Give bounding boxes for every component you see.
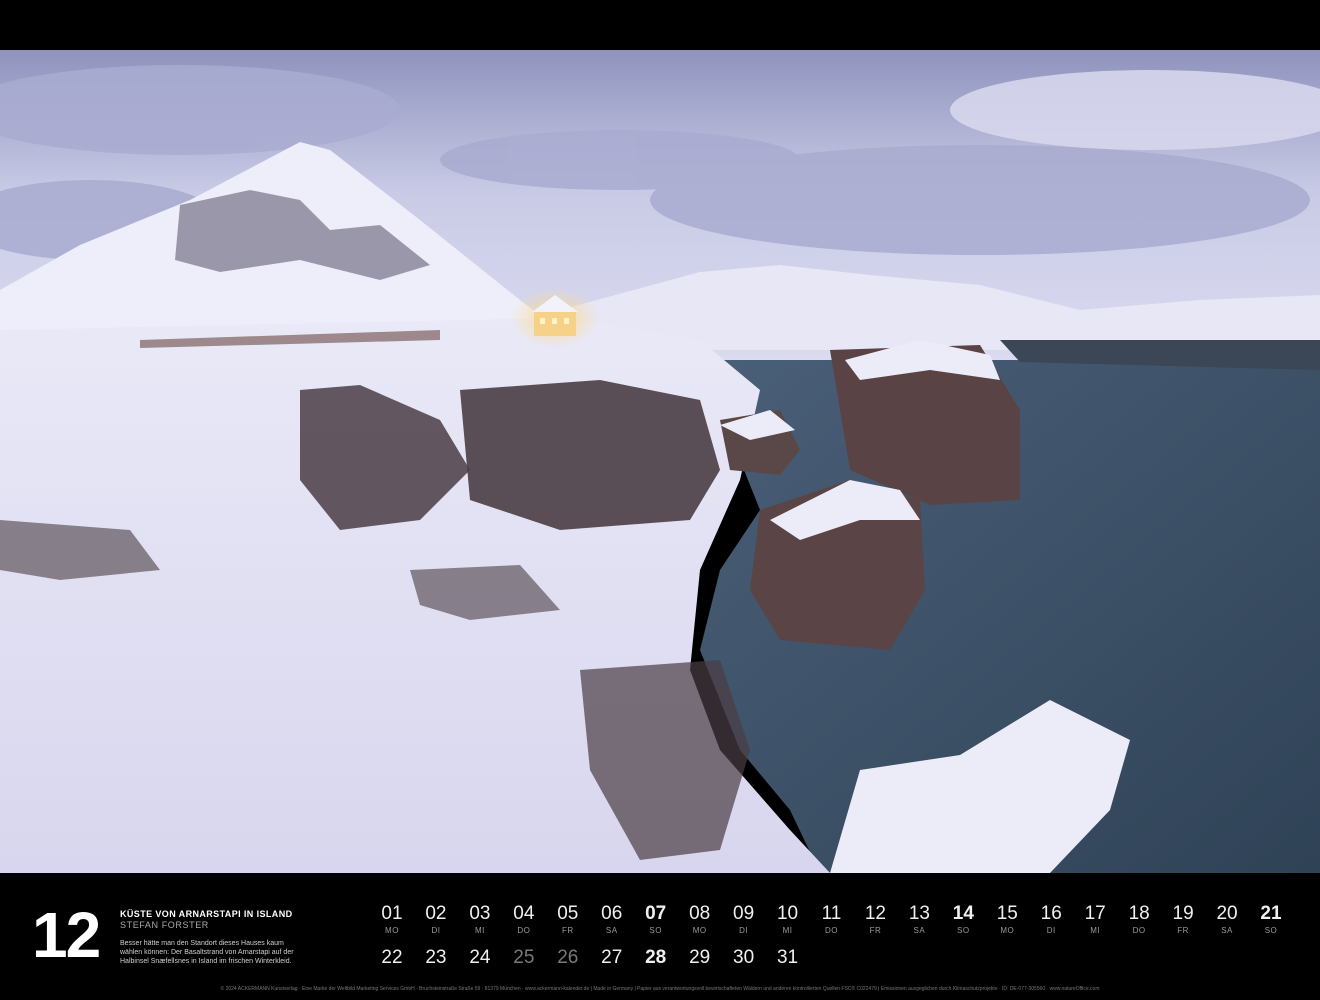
photo-caption: Besser hätte man den Standort dieses Hau… <box>120 940 294 965</box>
day-number: 15 <box>996 903 1018 924</box>
day-number: 21 <box>1260 903 1282 924</box>
day-number: 01 <box>381 903 403 924</box>
day-cell: 30 <box>722 947 766 969</box>
day-number: 07 <box>645 903 667 924</box>
day-number: 25 <box>513 947 535 968</box>
day-number: 19 <box>1172 903 1194 924</box>
day-number: 08 <box>689 903 711 924</box>
day-cell: 29 <box>678 947 722 969</box>
day-cell: 03 MI <box>458 903 502 936</box>
day-cell: 19 FR <box>1161 903 1205 936</box>
day-number: 18 <box>1128 903 1150 924</box>
day-cell: 26 <box>546 947 590 969</box>
weekday-label: FR <box>1177 926 1189 935</box>
day-number: 31 <box>776 947 799 968</box>
day-cell: 01 MO <box>370 903 414 936</box>
day-number: 14 <box>952 903 974 924</box>
weekday-label: MO <box>692 926 707 935</box>
weekday-label: SA <box>1221 926 1233 935</box>
weekday-label: MI <box>1090 926 1101 935</box>
weekday-label: SO <box>957 926 970 935</box>
day-cell: 08 MO <box>678 903 722 936</box>
day-number: 26 <box>557 947 579 968</box>
day-cell: 23 <box>414 947 458 969</box>
day-cell: 02 DI <box>414 903 458 936</box>
top-black-band <box>0 0 1320 50</box>
day-number: 28 <box>645 947 667 968</box>
weekday-label: FR <box>561 926 574 935</box>
day-cell: 28 <box>634 947 678 969</box>
day-number: 06 <box>601 903 623 924</box>
weekday-label: MO <box>1000 926 1015 935</box>
house <box>510 288 600 348</box>
day-cell: 18 DO <box>1117 903 1161 936</box>
day-number: 10 <box>776 903 799 924</box>
weekday-label: DO <box>825 926 838 935</box>
day-number: 16 <box>1040 903 1062 924</box>
day-number: 20 <box>1216 903 1238 924</box>
day-number: 11 <box>821 903 842 924</box>
day-cell: 16 DI <box>1029 903 1073 936</box>
weekday-label: DI <box>739 926 749 935</box>
calendar-photo <box>0 50 1320 873</box>
day-cell: 21 SO <box>1249 903 1293 936</box>
day-cell: 15 MO <box>985 903 1029 936</box>
day-cell: 31 <box>766 947 810 969</box>
day-number: 05 <box>557 903 579 924</box>
day-number: 17 <box>1084 903 1106 924</box>
day-cell: 12 FR <box>853 903 897 936</box>
day-cell: 06 SA <box>590 903 634 936</box>
weekday-label: FR <box>869 926 882 935</box>
day-number: 30 <box>733 947 755 968</box>
day-number: 09 <box>733 903 755 924</box>
weekday-label: DO <box>1132 926 1146 935</box>
day-cell: 27 <box>590 947 634 969</box>
day-number: 23 <box>425 947 447 968</box>
day-cell: 13 SA <box>897 903 941 936</box>
day-cell: 10 MI <box>766 903 810 936</box>
photo-title: KÜSTE VON ARNARSTAPI IN ISLAND <box>120 909 293 919</box>
day-number: 29 <box>689 947 711 968</box>
weekday-label: MO <box>385 926 399 935</box>
day-number: 12 <box>864 903 886 924</box>
photographer-name: STEFAN FORSTER <box>120 920 209 930</box>
day-number: 22 <box>381 947 403 968</box>
day-cell: 25 <box>502 947 546 969</box>
day-number: 04 <box>513 903 535 924</box>
day-cell: 17 MI <box>1073 903 1117 936</box>
weekday-label: SO <box>649 926 662 935</box>
day-number: 24 <box>469 947 491 968</box>
weekday-label: MI <box>474 926 485 935</box>
day-number: 27 <box>601 947 623 968</box>
day-cell: 07 SO <box>634 903 678 936</box>
weekday-label: SA <box>913 926 926 935</box>
day-cell: 11 DO <box>810 903 854 936</box>
day-cell: 20 SA <box>1205 903 1249 936</box>
weekday-label: SA <box>605 926 618 935</box>
weekday-label: DI <box>431 926 441 935</box>
weekday-label: DI <box>1046 926 1056 935</box>
day-cell: 05 FR <box>546 903 590 936</box>
month-number: 12 <box>32 899 101 971</box>
day-cell: 14 SO <box>941 903 985 936</box>
day-number: 03 <box>469 903 491 924</box>
day-cell: 04 DO <box>502 903 546 936</box>
calendar-footer-band: 12 KÜSTE VON ARNARSTAPI IN ISLAND STEFAN… <box>0 873 1320 1000</box>
day-number: 02 <box>425 903 447 924</box>
day-cell: 24 <box>458 947 502 969</box>
day-cell: 09 DI <box>722 903 766 936</box>
legal-footer: © 2024 ACKERMANN Kunstverlag · Eine Mark… <box>220 986 1100 992</box>
weekday-label: MI <box>782 926 793 935</box>
weekday-label: SO <box>1264 926 1278 935</box>
day-number: 13 <box>908 903 930 924</box>
day-cell: 22 <box>370 947 414 969</box>
weekday-label: DO <box>517 926 531 935</box>
